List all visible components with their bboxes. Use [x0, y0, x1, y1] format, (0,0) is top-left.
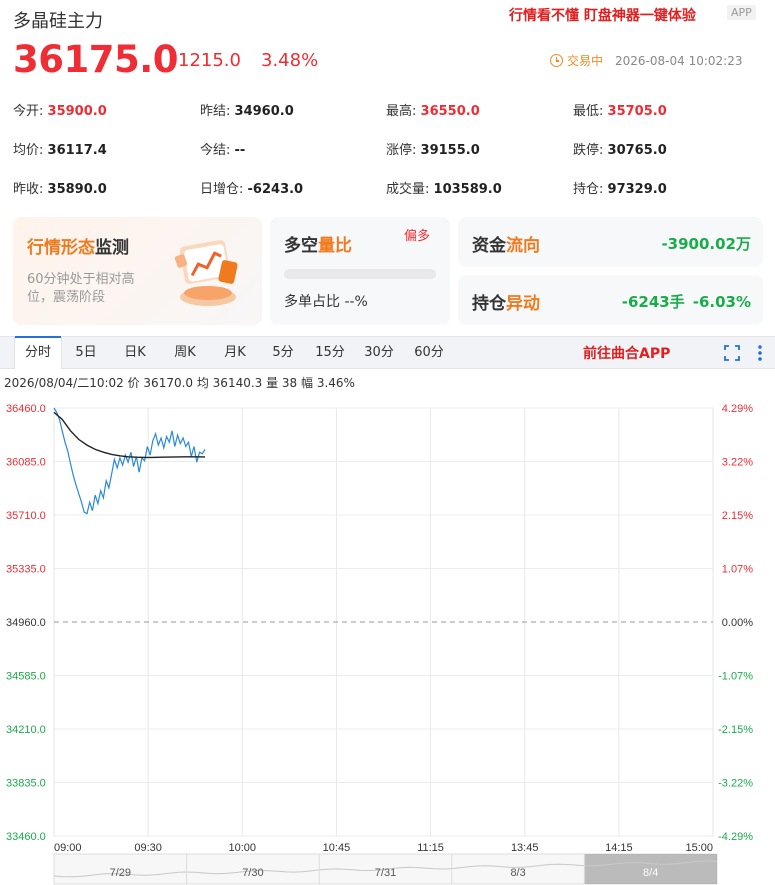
- tab-15min[interactable]: 15分: [306, 337, 354, 369]
- crosshair-info: 2026/08/04/二10:02 价 36170.0 均 36140.3 量 …: [4, 376, 355, 390]
- app-badge[interactable]: APP: [727, 5, 756, 20]
- last-price: 36175.0: [13, 38, 179, 81]
- chart-illustration-icon: [174, 240, 238, 306]
- y-axis-left-label: 34960.0: [6, 617, 46, 629]
- long-ratio-label: 多单占比 --%: [284, 294, 368, 310]
- position-change-value: -6243手 -6.03%: [621, 293, 751, 311]
- navigator-date-label: 8/4: [643, 867, 658, 879]
- stat-volume: 成交量: 103589.0: [386, 182, 502, 197]
- tab-monthly-k[interactable]: 月K: [210, 337, 260, 369]
- stat-limit-up: 涨停: 39155.0: [386, 143, 480, 158]
- x-axis-label: 09:00: [54, 842, 82, 854]
- instrument-title: 多晶硅主力: [13, 11, 103, 32]
- y-axis-right-label: -3.22%: [718, 778, 753, 790]
- navigator-date-label: 7/29: [110, 867, 131, 879]
- stat-limit-down: 跌停: 30765.0: [573, 143, 667, 158]
- y-axis-right-label: 0.00%: [722, 617, 753, 629]
- average-price-line: [53, 411, 206, 459]
- stat-high: 最高: 36550.0: [386, 104, 480, 119]
- capital-flow-card[interactable]: 资金流向 -3900.02万: [458, 217, 763, 267]
- x-axis-label: 13:45: [511, 842, 539, 854]
- y-axis-left-label: 34585.0: [6, 671, 46, 683]
- capital-flow-title: 资金流向: [472, 236, 540, 256]
- navigator-date-label: 7/31: [375, 867, 396, 879]
- clock-icon: [550, 54, 563, 67]
- quote-datetime: 2026-08-04 10:02:23: [615, 53, 743, 68]
- y-axis-left-label: 33460.0: [6, 831, 46, 843]
- x-axis-label: 10:00: [229, 842, 257, 854]
- tab-intraday[interactable]: 分时: [14, 336, 62, 369]
- long-ratio-bar: [284, 269, 436, 279]
- long-short-card[interactable]: 多空量比 偏多 多单占比 --%: [270, 217, 450, 325]
- fullscreen-icon[interactable]: [724, 345, 740, 361]
- stats-row: 均价: 36117.4 今结: -- 涨停: 39155.0 跌停: 30765…: [13, 139, 763, 159]
- y-axis-right-label: 4.29%: [722, 403, 753, 415]
- pattern-monitor-card[interactable]: 行情形态监测 60分钟处于相对高位，震荡阶段: [13, 217, 262, 325]
- tab-daily-k[interactable]: 日K: [110, 337, 160, 369]
- y-axis-right-label: 3.22%: [722, 457, 753, 469]
- position-change-title: 持仓异动: [472, 294, 540, 314]
- y-axis-right-label: 2.15%: [722, 510, 753, 522]
- stat-settle: 今结: --: [200, 143, 246, 158]
- pattern-card-title: 行情形态监测: [27, 238, 129, 258]
- y-axis-left-label: 34210.0: [6, 724, 46, 736]
- stat-prev-close: 昨收: 35890.0: [13, 182, 107, 197]
- chart-period-tabs: 分时 5日 日K 周K 月K 5分 15分 30分 60分 前往曲合APP: [0, 336, 775, 369]
- open-app-link[interactable]: 前往曲合APP: [583, 343, 670, 363]
- price-change-percent: 3.48%: [261, 50, 319, 71]
- x-axis-label: 11:15: [417, 842, 444, 854]
- x-axis-label: 10:45: [323, 842, 351, 854]
- more-options-icon[interactable]: [752, 343, 768, 363]
- y-axis-right-label: 1.07%: [722, 564, 753, 576]
- quote-header: 多晶硅主力 行情看不懂 盯盘神器一键体验 APP 36175.0 1215.0 …: [0, 0, 775, 90]
- tab-5min[interactable]: 5分: [260, 337, 306, 369]
- long-short-title: 多空量比: [284, 236, 352, 256]
- stats-row: 今开: 35900.0 昨结: 34960.0 最高: 36550.0 最低: …: [13, 100, 763, 120]
- stat-prev-settle: 昨结: 34960.0: [200, 104, 294, 119]
- navigator-date-label: 7/30: [242, 867, 263, 879]
- navigator-date-label: 8/3: [510, 867, 525, 879]
- stat-low: 最低: 35705.0: [573, 104, 667, 119]
- stat-open: 今开: 35900.0: [13, 104, 107, 119]
- promo-link[interactable]: 行情看不懂 盯盘神器一键体验: [509, 5, 696, 25]
- tab-60min[interactable]: 60分: [404, 337, 454, 369]
- tab-weekly-k[interactable]: 周K: [160, 337, 210, 369]
- price-line: [53, 407, 206, 515]
- bias-tag: 偏多: [404, 229, 431, 244]
- x-axis-label: 15:00: [685, 842, 713, 854]
- x-axis-label: 14:15: [605, 842, 633, 854]
- position-change-card[interactable]: 持仓异动 -6243手 -6.03%: [458, 275, 763, 325]
- stat-open-interest: 持仓: 97329.0: [573, 182, 667, 197]
- trading-status: 交易中 2026-08-04 10:02:23: [550, 52, 742, 69]
- y-axis-left-label: 35710.0: [6, 510, 46, 522]
- price-change: 1215.0: [178, 50, 241, 71]
- y-axis-left-label: 36460.0: [6, 403, 46, 415]
- tab-5day[interactable]: 5日: [62, 337, 110, 369]
- y-axis-right-label: -1.07%: [718, 671, 753, 683]
- x-axis-label: 09:30: [134, 842, 162, 854]
- tab-30min[interactable]: 30分: [354, 337, 404, 369]
- stat-avg: 均价: 36117.4: [13, 143, 107, 158]
- y-axis-right-label: -2.15%: [718, 724, 753, 736]
- stats-row: 昨收: 35890.0 日增仓: -6243.0 成交量: 103589.0 持…: [13, 178, 763, 198]
- analysis-cards: 行情形态监测 60分钟处于相对高位，震荡阶段 多空量比 偏多 多单占比 --% …: [13, 217, 763, 325]
- status-label: 交易中: [567, 54, 604, 68]
- y-axis-left-label: 36085.0: [6, 457, 46, 469]
- stat-oi-change: 日增仓: -6243.0: [200, 182, 304, 197]
- pattern-card-desc: 60分钟处于相对高位，震荡阶段: [27, 272, 135, 305]
- y-axis-left-label: 33835.0: [6, 778, 46, 790]
- y-axis-left-label: 35335.0: [6, 564, 46, 576]
- capital-flow-value: -3900.02万: [661, 235, 751, 253]
- y-axis-right-label: -4.29%: [718, 831, 753, 843]
- intraday-chart[interactable]: 36460.0 4.29% 36085.0 3.22% 35710.0 2.15% 3533…: [0, 398, 775, 885]
